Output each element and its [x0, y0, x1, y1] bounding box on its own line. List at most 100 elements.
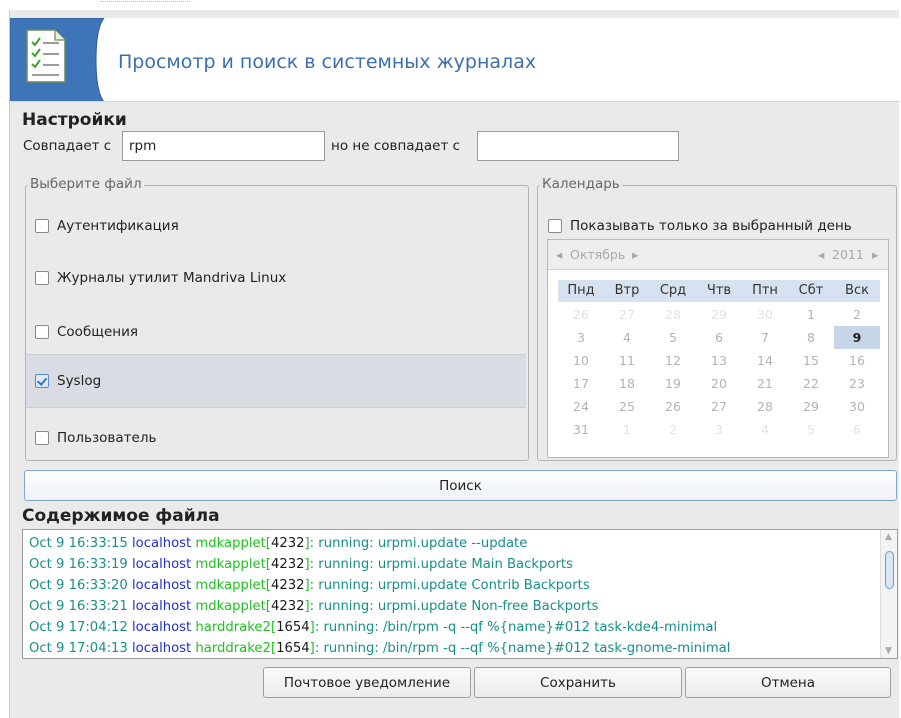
log-host: localhost — [132, 620, 196, 635]
calendar-week: 3456789 — [558, 326, 880, 349]
calendar-day[interactable]: 2 — [650, 418, 696, 441]
calendar-day[interactable]: 26 — [558, 303, 604, 326]
calendar-day[interactable]: 4 — [742, 418, 788, 441]
calendar-day[interactable]: 27 — [604, 303, 650, 326]
file-item-user[interactable]: Пользователь — [26, 412, 526, 464]
file-item-mandriva-tools[interactable]: Журналы утилит Mandriva Linux — [26, 252, 526, 304]
cancel-button[interactable]: Отмена — [685, 667, 891, 698]
settings-title: Настройки — [22, 110, 127, 130]
calendar-day[interactable]: 6 — [834, 418, 880, 441]
log-line: Oct 9 17:04:12 localhost harddrake2[1654… — [29, 617, 730, 638]
calendar-day[interactable]: 20 — [696, 372, 742, 395]
file-item-auth[interactable]: Аутентификация — [26, 200, 526, 252]
calendar-group-legend: Календарь — [540, 176, 622, 192]
log-prog: harddrake2 — [195, 641, 271, 656]
calendar-day[interactable]: 4 — [604, 326, 650, 349]
calendar-day[interactable]: 28 — [650, 303, 696, 326]
checkbox-icon[interactable] — [35, 271, 49, 285]
year-label: 2011 — [832, 247, 864, 262]
calendar-day[interactable]: 7 — [742, 326, 788, 349]
calendar-week: 10 11 12 13 14 15 16 — [558, 349, 880, 372]
checkbox-checked-icon[interactable] — [35, 374, 49, 388]
log-host: localhost — [132, 557, 196, 572]
log-line: Oct 9 16:33:20 localhost mdkapplet[4232]… — [29, 575, 730, 596]
log-prog: mdkapplet — [195, 578, 266, 593]
calendar-day[interactable]: 27 — [696, 395, 742, 418]
calendar-day[interactable]: 16 — [834, 349, 880, 372]
scroll-thumb[interactable] — [885, 551, 894, 589]
log-prog: mdkapplet — [195, 599, 266, 614]
prev-month-icon[interactable]: ◂ — [556, 247, 562, 262]
log-host: localhost — [132, 641, 196, 656]
file-item-syslog[interactable]: Syslog — [26, 354, 526, 408]
log-msg: : running: urpmi.update --update — [309, 536, 528, 551]
checkbox-icon[interactable] — [35, 325, 49, 339]
calendar-nav: ◂ Октябрь ▸ ◂ 2011 ▸ — [548, 240, 888, 270]
log-prog: mdkapplet — [195, 557, 266, 572]
weekday-label: Сбт — [798, 283, 824, 298]
calendar-day[interactable]: 3 — [696, 418, 742, 441]
next-year-icon[interactable]: ▸ — [872, 247, 878, 262]
log-view[interactable]: Oct 9 16:33:15 localhost mdkapplet[4232]… — [22, 529, 898, 659]
top-strip — [0, 0, 901, 10]
calendar-day[interactable]: 1 — [604, 418, 650, 441]
calendar-day[interactable]: 6 — [696, 326, 742, 349]
calendar-day[interactable]: 25 — [604, 395, 650, 418]
calendar-day[interactable]: 17 — [558, 372, 604, 395]
scroll-down-icon[interactable]: ▼ — [885, 646, 892, 656]
calendar-week: 17 18 19 20 21 22 23 — [558, 372, 880, 395]
calendar-day[interactable]: 8 — [788, 326, 834, 349]
calendar-day[interactable]: 5 — [788, 418, 834, 441]
calendar-day[interactable]: 12 — [650, 349, 696, 372]
calendar-week: 26 27 28 29 30 1 2 — [558, 303, 880, 326]
calendar-day[interactable]: 19 — [650, 372, 696, 395]
calendar-day[interactable]: 31 — [558, 418, 604, 441]
file-item-messages[interactable]: Сообщения — [26, 306, 526, 358]
search-button[interactable]: Поиск — [24, 470, 897, 501]
calendar-day[interactable]: 2 — [834, 303, 880, 326]
log-date: Oct 9 17:04:12 — [29, 620, 132, 635]
calendar-day[interactable]: 26 — [650, 395, 696, 418]
calendar-day[interactable]: 3 — [558, 326, 604, 349]
log-host: localhost — [132, 536, 196, 551]
weekday-label: Вск — [845, 283, 869, 298]
calendar-day[interactable]: 14 — [742, 349, 788, 372]
checkbox-icon[interactable] — [548, 219, 562, 233]
calendar-day[interactable]: 9 — [834, 326, 880, 349]
calendar-day[interactable]: 1 — [788, 303, 834, 326]
log-scrollbar[interactable]: ▲ ▼ — [880, 530, 897, 658]
calendar-day[interactable]: 30 — [742, 303, 788, 326]
calendar-day[interactable]: 5 — [650, 326, 696, 349]
calendar-day[interactable]: 15 — [788, 349, 834, 372]
prev-year-icon[interactable]: ◂ — [818, 247, 824, 262]
calendar-day[interactable]: 30 — [834, 395, 880, 418]
match-input[interactable] — [122, 131, 325, 161]
scroll-up-icon[interactable]: ▲ — [885, 532, 892, 542]
calendar[interactable]: ◂ Октябрь ▸ ◂ 2011 ▸ Пнд Втр Срд Чтв Птн Сбт В… — [547, 239, 889, 458]
log-pid: 1654 — [276, 641, 310, 656]
file-group-legend: Выберите файл — [28, 176, 144, 192]
calendar-day[interactable]: 22 — [788, 372, 834, 395]
log-line: Oct 9 17:04:13 localhost harddrake2[1654… — [29, 638, 730, 658]
calendar-day[interactable]: 13 — [696, 349, 742, 372]
calendar-day[interactable]: 11 — [604, 349, 650, 372]
nomatch-input[interactable] — [477, 131, 679, 161]
file-item-label: Syslog — [57, 373, 102, 389]
log-date: Oct 9 16:33:15 — [29, 536, 132, 551]
calendar-day[interactable]: 24 — [558, 395, 604, 418]
calendar-day[interactable]: 28 — [742, 395, 788, 418]
save-button[interactable]: Сохранить — [474, 667, 682, 698]
calendar-day[interactable]: 21 — [742, 372, 788, 395]
month-label: Октябрь — [570, 247, 626, 262]
checkbox-icon[interactable] — [35, 219, 49, 233]
calendar-day[interactable]: 29 — [696, 303, 742, 326]
calendar-day[interactable]: 18 — [604, 372, 650, 395]
file-group: Выберите файл Аутентификация Журналы ути… — [25, 176, 529, 464]
checkbox-icon[interactable] — [35, 431, 49, 445]
log-prog: mdkapplet — [195, 536, 266, 551]
next-month-icon[interactable]: ▸ — [632, 247, 638, 262]
mail-alert-button[interactable]: Почтовое уведомление — [263, 667, 471, 698]
calendar-day[interactable]: 10 — [558, 349, 604, 372]
calendar-day[interactable]: 29 — [788, 395, 834, 418]
calendar-day[interactable]: 23 — [834, 372, 880, 395]
